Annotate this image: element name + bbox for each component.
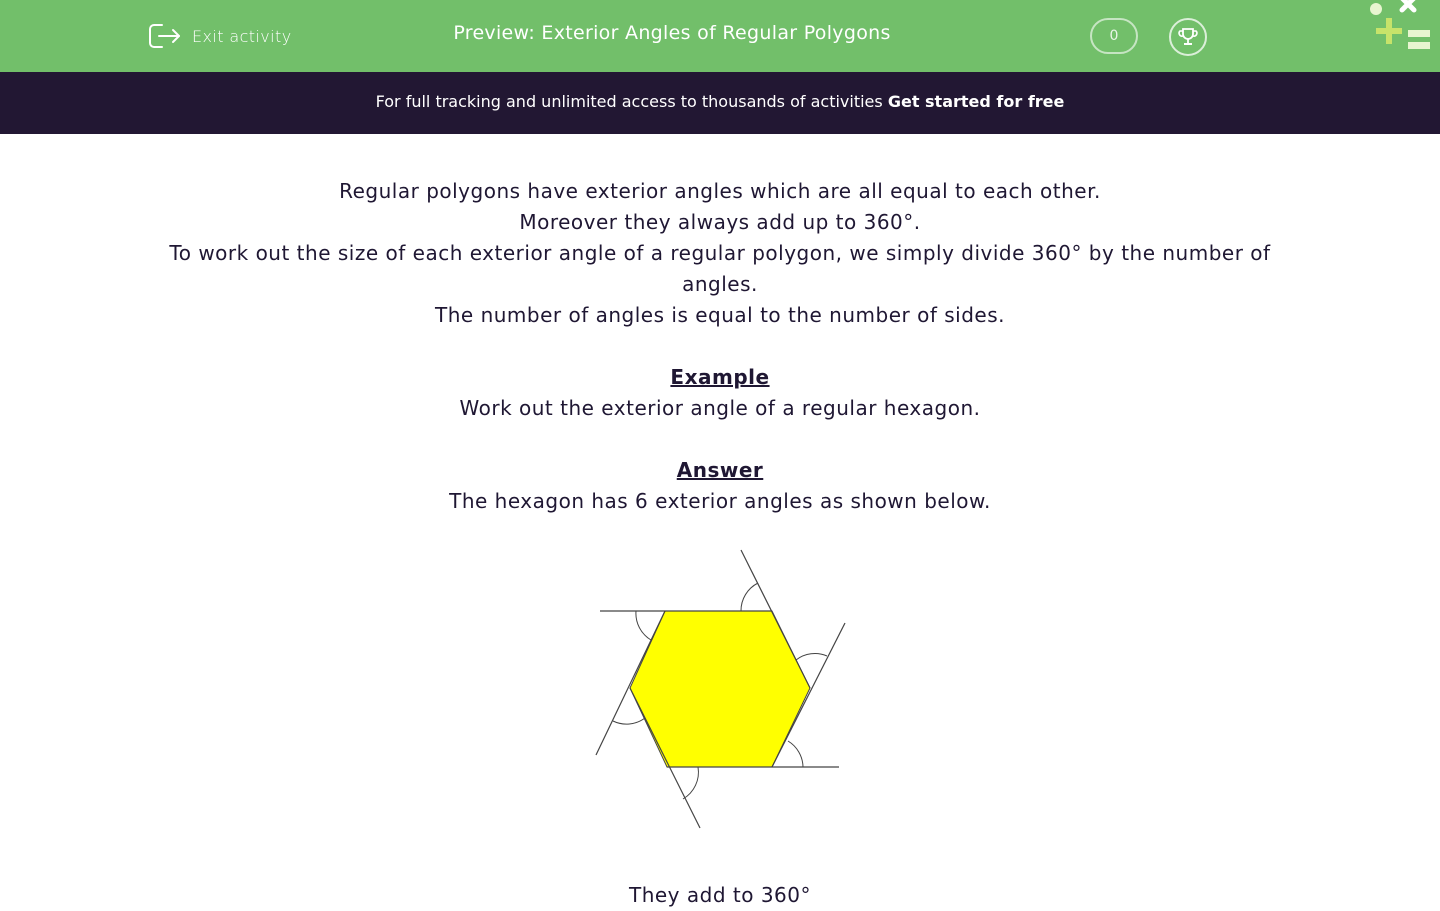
hexagon-diagram [590, 545, 850, 835]
answer-text: The hexagon has 6 exterior angles as sho… [449, 489, 991, 513]
example-text: Work out the exterior angle of a regular… [459, 396, 981, 420]
exit-activity-button[interactable]: Exit activity [148, 20, 292, 52]
exit-activity-label: Exit activity [192, 26, 292, 46]
get-started-link[interactable]: Get started for free [888, 92, 1065, 111]
example-heading: Example [670, 365, 770, 389]
intro-line-3: To work out the size of each exterior an… [169, 241, 1271, 296]
intro-line-4: The number of angles is equal to the num… [435, 303, 1005, 327]
exit-icon [148, 21, 182, 51]
answer-heading: Answer [676, 458, 764, 482]
banner-text: For full tracking and unlimited access t… [375, 92, 883, 111]
intro-line-2: Moreover they always add up to 360°. [519, 210, 921, 234]
trophy-icon [1178, 28, 1198, 45]
footer-text: They add to 360° [628, 883, 811, 907]
promo-banner: For full tracking and unlimited access t… [0, 72, 1440, 134]
math-symbols-logo-icon [1366, 0, 1440, 56]
intro-line-1: Regular polygons have exterior angles wh… [339, 179, 1101, 203]
score-badge: 0 [1090, 18, 1138, 54]
page-title: Preview: Exterior Angles of Regular Poly… [453, 22, 891, 44]
trophy-button[interactable] [1169, 18, 1207, 56]
top-bar: Exit activity Preview: Exterior Angles o… [0, 0, 1440, 72]
lesson-content: Regular polygons have exterior angles wh… [140, 176, 1300, 517]
